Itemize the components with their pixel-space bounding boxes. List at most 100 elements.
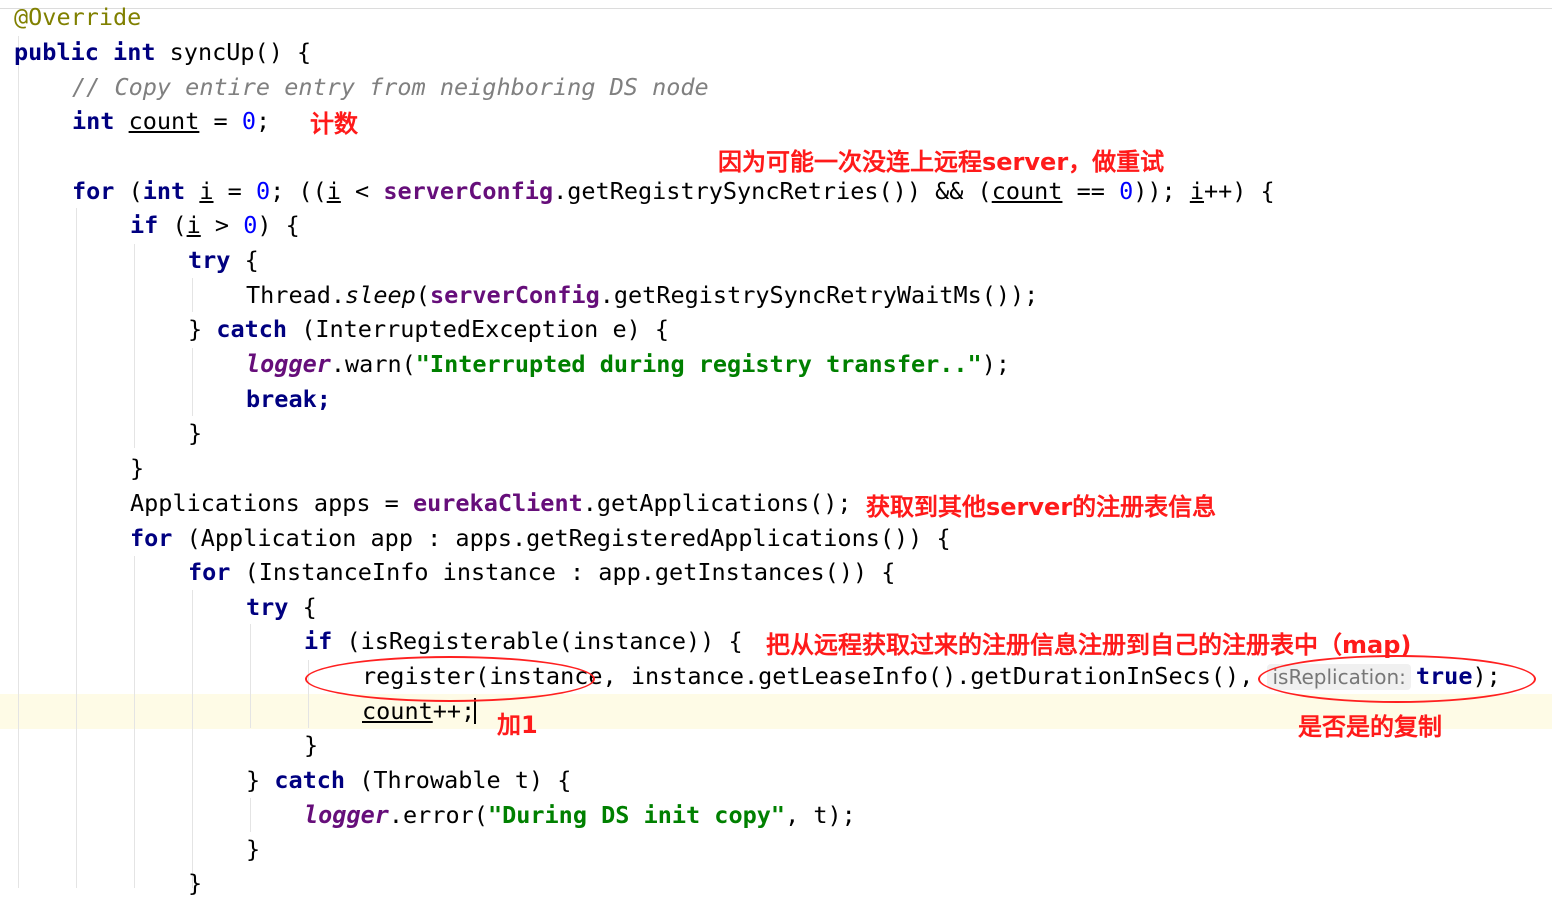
method-call: .getApplications();: [582, 489, 852, 517]
code-line: } catch (Throwable t) {: [246, 763, 571, 798]
code-line: Applications apps = eurekaClient.getAppl…: [130, 486, 852, 521]
punct-token: (: [158, 211, 187, 239]
punct-token: (: [114, 177, 143, 205]
code-line: } catch (InterruptedException e) {: [188, 312, 669, 347]
punct-token: ));: [1133, 177, 1190, 205]
code-line: }: [188, 866, 202, 901]
note-register-local: 把从远程获取过来的注册信息注册到自己的注册表中（map): [766, 631, 1412, 659]
punct-token: }: [188, 315, 203, 343]
variable-i: i: [1189, 177, 1204, 205]
note-add-one: 加1: [497, 711, 538, 739]
number-token: 0: [1119, 177, 1134, 205]
string-token: "Interrupted during registry transfer..": [415, 350, 982, 378]
variable-i: i: [186, 211, 201, 239]
code-line: }: [304, 728, 318, 763]
keyword-token: for: [130, 524, 173, 552]
punct-token: }: [246, 835, 261, 863]
code-line: }: [188, 416, 202, 451]
method-token: sleep: [345, 281, 416, 309]
punct-token: {: [288, 593, 317, 621]
keyword-token: int: [72, 107, 115, 135]
punct-token: }: [130, 454, 145, 482]
punct-token: }: [304, 731, 319, 759]
code-line: logger.warn("Interrupted during registry…: [246, 347, 1010, 382]
indent-guide: [134, 244, 135, 448]
keyword-token: int: [113, 38, 156, 66]
code-line: Thread.sleep(serverConfig.getRegistrySyn…: [246, 278, 1038, 313]
method-signature: syncUp() {: [169, 38, 312, 66]
punct-token: }: [188, 419, 203, 447]
punct-token: );: [981, 350, 1011, 378]
code-line: // Copy entire entry from neighboring DS…: [72, 70, 709, 105]
variable-i: i: [199, 177, 214, 205]
variable-i: i: [326, 177, 341, 205]
punct-token: ; ((: [270, 177, 327, 205]
code-line: public int syncUp() {: [14, 35, 311, 70]
punct-token: ++) {: [1203, 177, 1275, 205]
keyword-token: int: [142, 177, 186, 205]
class-token: Thread.: [246, 281, 346, 309]
punct-token: ;: [255, 107, 271, 135]
indent-guide: [250, 798, 251, 832]
annotation-token: @Override: [14, 3, 142, 31]
code-line: for (Application app : apps.getRegistere…: [130, 521, 951, 556]
indent-guide: [192, 278, 193, 312]
code-line: if (i > 0) {: [130, 208, 300, 243]
note-count: 计数: [310, 110, 358, 138]
method-call: .warn(: [330, 350, 416, 378]
operator-token: ==: [1062, 177, 1120, 205]
number-token: 0: [241, 107, 256, 135]
indent-guide: [76, 208, 77, 888]
keyword-token: catch: [216, 315, 288, 343]
if-clause: (isRegisterable(instance)) {: [332, 627, 743, 655]
punct-token: (: [415, 281, 430, 309]
keyword-token: if: [130, 211, 159, 239]
for-clause: (Application app : apps.getRegisteredApp…: [172, 524, 951, 552]
indent-guide: [134, 556, 135, 888]
isreplication-highlight-ellipse: [1258, 655, 1536, 703]
comment-token: // Copy entire entry from neighboring DS…: [72, 73, 709, 101]
keyword-token: for: [188, 558, 231, 586]
field-token: serverConfig: [429, 281, 600, 309]
punct-token: , t);: [785, 801, 856, 829]
keyword-token: catch: [274, 766, 346, 794]
variable-count: count: [991, 177, 1063, 205]
indent-guide: [192, 590, 193, 888]
editor-top-border: [0, 8, 1552, 9]
operator-token: >: [200, 211, 244, 239]
punct-token: ) {: [257, 211, 300, 239]
operator-token: =: [199, 107, 242, 135]
method-call: .getRegistrySyncRetries()) && (: [553, 177, 992, 205]
register-highlight-ellipse: [305, 656, 595, 702]
variable-count: count: [128, 107, 200, 135]
note-is-replication: 是否是的复制: [1298, 713, 1442, 741]
indent-guide: [308, 660, 309, 728]
keyword-token: for: [72, 177, 115, 205]
text-cursor: [474, 698, 476, 724]
keyword-token: try: [188, 246, 231, 274]
declaration-token: Applications apps =: [130, 489, 413, 517]
code-line: logger.error("During DS init copy", t);: [304, 798, 856, 833]
code-line: break;: [246, 382, 331, 417]
code-line: @Override: [14, 0, 141, 35]
indent-guide: [18, 36, 19, 888]
field-token: eurekaClient: [412, 489, 583, 517]
number-token: 0: [243, 211, 258, 239]
indent-guide: [192, 348, 193, 416]
field-token: serverConfig: [383, 177, 554, 205]
string-token: "During DS init copy": [487, 801, 786, 829]
code-line: for (int i = 0; ((i < serverConfig.getRe…: [72, 174, 1275, 209]
for-clause: (InstanceInfo instance : app.getInstance…: [230, 558, 896, 586]
code-line: try {: [246, 590, 317, 625]
code-line: try {: [188, 243, 259, 278]
keyword-token: try: [246, 593, 289, 621]
operator-token: <: [340, 177, 384, 205]
keyword-token: public: [14, 38, 99, 66]
method-call: .error(: [388, 801, 488, 829]
punct-token: }: [246, 766, 261, 794]
keyword-token: if: [304, 627, 333, 655]
punct-token: }: [188, 869, 203, 897]
catch-args: (Throwable t) {: [345, 766, 572, 794]
number-token: 0: [255, 177, 271, 205]
note-get-registry: 获取到其他server的注册表信息: [866, 493, 1217, 521]
